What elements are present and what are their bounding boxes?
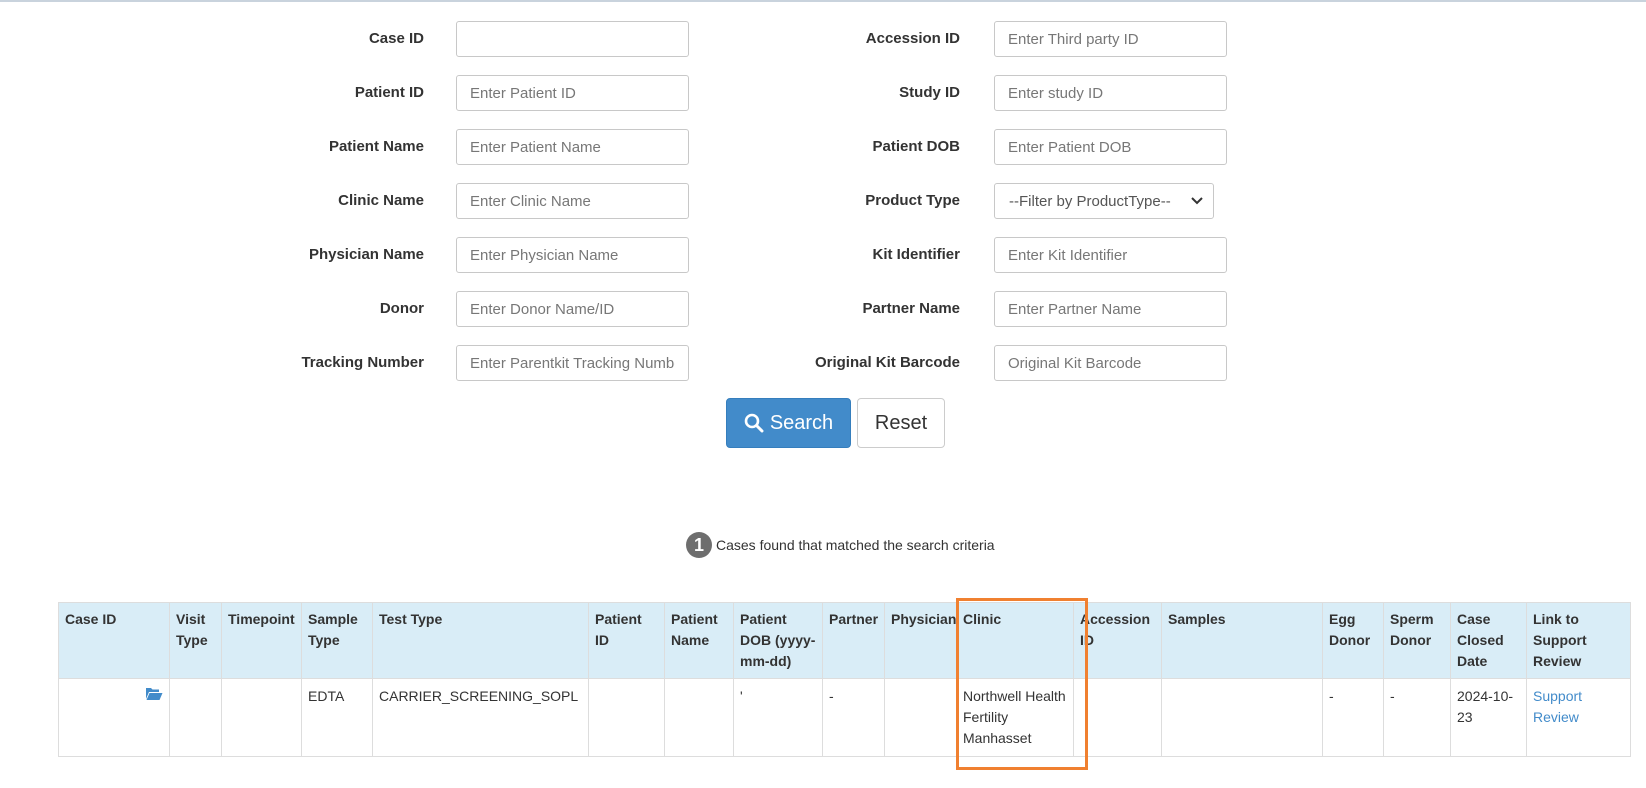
cell-egg-donor: - (1322, 678, 1384, 757)
results-table: Case ID Visit Type Timepoint Sample Type… (58, 602, 1631, 757)
patient-dob-input[interactable] (994, 129, 1227, 165)
cell-support-review: Support Review (1526, 678, 1631, 757)
col-patient-dob: Patient DOB (yyyy-mm-dd) (733, 602, 823, 679)
table-row: EDTA CARRIER_SCREENING_SOPL ' - Northwel… (58, 678, 1631, 757)
kit-identifier-input[interactable] (994, 237, 1227, 273)
col-sample-type: Sample Type (301, 602, 373, 679)
partner-name-label: Partner Name (862, 300, 960, 317)
physician-name-label: Physician Name (308, 246, 424, 263)
patient-id-input[interactable] (456, 75, 689, 111)
cell-sperm-donor: - (1383, 678, 1451, 757)
tracking-number-input[interactable] (456, 345, 689, 381)
case-id-input[interactable] (456, 21, 689, 57)
cell-timepoint (221, 678, 302, 757)
accession-id-label: Accession ID (865, 30, 960, 47)
search-button[interactable]: Search (726, 398, 851, 448)
accession-id-input[interactable] (994, 21, 1227, 57)
original-kit-barcode-label: Original Kit Barcode (814, 354, 960, 371)
col-case-closed-date: Case Closed Date (1450, 602, 1527, 679)
donor-input[interactable] (456, 291, 689, 327)
study-id-input[interactable] (994, 75, 1227, 111)
kit-identifier-label: Kit Identifier (872, 246, 960, 263)
col-case-id: Case ID (58, 602, 170, 679)
cell-patient-dob: ' (733, 678, 823, 757)
col-patient-id: Patient ID (588, 602, 665, 679)
search-button-label: Search (769, 411, 834, 434)
search-icon (744, 413, 764, 433)
original-kit-barcode-input[interactable] (994, 345, 1227, 381)
col-patient-name: Patient Name (664, 602, 734, 679)
col-clinic: Clinic (956, 602, 1074, 679)
case-id-label: Case ID (368, 30, 424, 47)
reset-button-label: Reset (874, 411, 928, 434)
clinic-name-label: Clinic Name (338, 192, 424, 209)
cell-accession-id (1073, 678, 1162, 757)
support-review-link[interactable]: Support Review (1533, 688, 1582, 725)
tracking-number-label: Tracking Number (301, 354, 424, 371)
chevron-down-icon (1191, 197, 1203, 205)
cell-visit-type (169, 678, 222, 757)
partner-name-input[interactable] (994, 291, 1227, 327)
physician-name-input[interactable] (456, 237, 689, 273)
cell-sample-type: EDTA (301, 678, 373, 757)
col-egg-donor: Egg Donor (1322, 602, 1384, 679)
result-count-text: Cases found that matched the search crit… (716, 537, 995, 553)
patient-id-label: Patient ID (354, 84, 424, 101)
study-id-label: Study ID (899, 84, 960, 101)
cell-physician (884, 678, 957, 757)
cell-case-id (58, 678, 170, 757)
cell-samples (1161, 678, 1323, 757)
cell-patient-name (664, 678, 734, 757)
table-header-row: Case ID Visit Type Timepoint Sample Type… (58, 602, 1631, 679)
cell-clinic: Northwell Health Fertility Manhasset (956, 678, 1074, 757)
top-border (0, 0, 1646, 2)
col-visit-type: Visit Type (169, 602, 222, 679)
col-support-review: Link to Support Review (1526, 602, 1631, 679)
product-type-select[interactable]: --Filter by ProductType-- (994, 183, 1214, 219)
cell-patient-id (588, 678, 665, 757)
result-count: 1 Cases found that matched the search cr… (686, 532, 995, 558)
result-count-badge: 1 (686, 532, 712, 558)
col-physician: Physician (884, 602, 957, 679)
col-sperm-donor: Sperm Donor (1383, 602, 1451, 679)
col-accession-id: Accession ID (1073, 602, 1162, 679)
donor-label: Donor (379, 300, 424, 317)
cell-partner: - (822, 678, 885, 757)
product-type-selected: --Filter by ProductType-- (1009, 192, 1171, 210)
col-partner: Partner (822, 602, 885, 679)
patient-name-label: Patient Name (328, 138, 424, 155)
patient-name-input[interactable] (456, 129, 689, 165)
cell-test-type: CARRIER_SCREENING_SOPL (372, 678, 589, 757)
product-type-label: Product Type (865, 192, 960, 209)
patient-dob-label: Patient DOB (872, 138, 960, 155)
clinic-name-input[interactable] (456, 183, 689, 219)
col-samples: Samples (1161, 602, 1323, 679)
col-timepoint: Timepoint (221, 602, 302, 679)
reset-button[interactable]: Reset (857, 398, 945, 448)
cell-case-closed-date: 2024-10-23 (1450, 678, 1527, 757)
folder-open-icon[interactable] (145, 686, 163, 701)
col-test-type: Test Type (372, 602, 589, 679)
